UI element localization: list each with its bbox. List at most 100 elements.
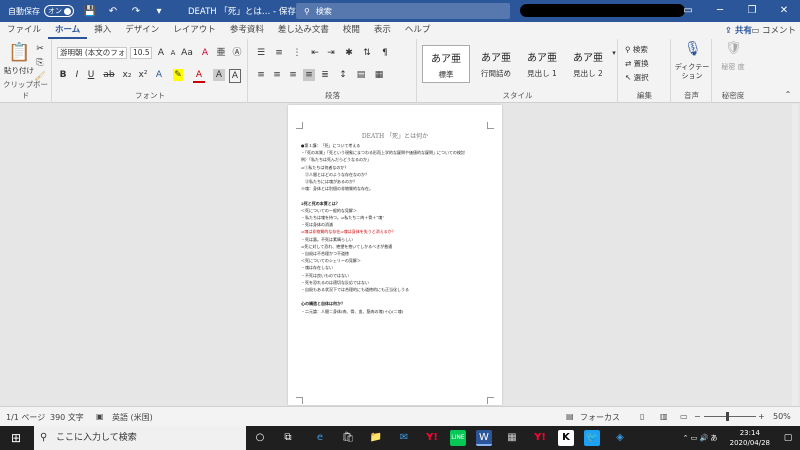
zoom-slider-track[interactable]: [704, 416, 756, 417]
grow-font-icon[interactable]: A: [155, 47, 167, 59]
search-box[interactable]: ⚲ 検索: [296, 3, 510, 19]
microphone-icon[interactable]: 🎙: [684, 42, 702, 56]
account-name-redacted[interactable]: [520, 4, 685, 17]
network-app-icon[interactable]: ◈: [612, 430, 628, 446]
document-line[interactable]: ・魂は存在しない: [301, 265, 333, 271]
comment-button[interactable]: ▭ コメント: [751, 24, 796, 36]
copy-icon[interactable]: ⎘: [34, 57, 46, 69]
increase-indent-icon[interactable]: ⇥: [325, 47, 337, 59]
style-heading-1[interactable]: あア亜 見出し 1: [518, 45, 566, 83]
document-line[interactable]: ※魂：身体とは別個の非物質的な存在。: [301, 186, 373, 192]
edge-icon[interactable]: e: [312, 430, 328, 446]
font-name-select[interactable]: 游明朝 (本文のフォ: [57, 47, 127, 59]
document-line[interactable]: ⇒①私たちは何者なのか？: [301, 165, 348, 171]
ribbon-display-options-icon[interactable]: ▭: [672, 0, 704, 22]
page-count[interactable]: 1/1 ページ: [6, 412, 45, 423]
vertical-scrollbar[interactable]: [792, 104, 798, 406]
tab-references[interactable]: 参考資料: [223, 22, 271, 39]
tab-insert[interactable]: 挿入: [87, 22, 118, 39]
replace-button[interactable]: ⇄ 置換: [625, 58, 649, 69]
shading-icon[interactable]: ▤: [355, 69, 367, 81]
tab-view[interactable]: 表示: [367, 22, 398, 39]
show-hide-marks-icon[interactable]: ¶: [379, 47, 391, 59]
tab-home[interactable]: ホーム: [48, 22, 88, 39]
zoom-level[interactable]: 50%: [773, 412, 791, 421]
document-line[interactable]: ・自殺は不合理かつ不道徳: [301, 251, 349, 257]
paste-icon[interactable]: 📋: [8, 43, 30, 63]
save-icon[interactable]: 💾: [83, 6, 97, 17]
notification-icon[interactable]: ▢: [780, 430, 796, 446]
superscript-icon[interactable]: x²: [137, 69, 149, 81]
align-left-icon[interactable]: ≡: [255, 69, 267, 81]
dictate-button-label[interactable]: ディクテー ション: [674, 63, 710, 81]
document-line[interactable]: ・自殺もある状況下では合理的にも道徳的にも正当化しうる: [301, 287, 409, 293]
share-button[interactable]: ⇪ 共有: [725, 24, 752, 36]
tab-help[interactable]: ヘルプ: [398, 22, 438, 39]
change-case-icon[interactable]: Aa: [181, 47, 193, 59]
calculator-icon[interactable]: ▦: [504, 430, 520, 446]
minimize-button[interactable]: ─: [704, 0, 736, 22]
document-line[interactable]: ③私たちには魂があるのか？: [301, 179, 357, 185]
cortana-icon[interactable]: ○: [252, 430, 268, 446]
enclose-characters-icon[interactable]: Ⓐ: [231, 47, 243, 59]
yahoo-icon-2[interactable]: Y!: [532, 430, 548, 446]
clock[interactable]: 23:14 2020/04/28: [730, 428, 770, 448]
customize-quick-access-icon[interactable]: ▾: [152, 6, 166, 17]
document-line[interactable]: ・死は身体の消滅: [301, 222, 333, 228]
document-canvas[interactable]: DEATH 「死」とは何か ●第１講：「死」について考える ・「死の本質」「死とい…: [0, 104, 800, 406]
find-button[interactable]: ⚲ 検索: [625, 44, 648, 55]
document-line[interactable]: ②人間とはどのような存在なのか？: [301, 172, 369, 178]
document-page[interactable]: DEATH 「死」とは何か ●第１講：「死」について考える ・「死の本質」「死とい…: [288, 105, 502, 405]
windows-start-icon[interactable]: ⊞: [8, 430, 24, 446]
document-line[interactable]: ・死を恐れるのは適切な反応ではない: [301, 280, 369, 286]
redo-icon[interactable]: ↷: [129, 6, 143, 17]
document-line[interactable]: ⇒魂は非物質的な存在⇒魂は身体を失うと消えるか？: [301, 229, 396, 235]
styles-more-icon[interactable]: ▾: [610, 47, 618, 59]
document-line[interactable]: ⇒死に対して恐れ、絶望を抱いてしかるべきが普通: [301, 244, 392, 250]
collapse-ribbon-icon[interactable]: ⌃: [782, 89, 794, 101]
character-shading-icon[interactable]: A: [213, 69, 225, 81]
document-line[interactable]: ●第１講：「死」について考える: [301, 143, 360, 149]
numbering-icon[interactable]: ≡: [273, 47, 285, 59]
zoom-in-icon[interactable]: +: [758, 412, 765, 421]
select-button[interactable]: ↖ 選択: [625, 72, 649, 83]
word-app-icon[interactable]: W: [476, 430, 492, 446]
focus-icon[interactable]: ▤: [566, 412, 574, 421]
print-layout-icon[interactable]: ▥: [660, 412, 668, 421]
character-border-icon[interactable]: A: [229, 69, 241, 83]
task-view-icon[interactable]: ⧉: [280, 430, 296, 446]
tab-layout[interactable]: レイアウト: [166, 22, 223, 39]
text-effects-icon[interactable]: A: [153, 69, 165, 81]
chinese-layout-icon[interactable]: ✱: [343, 47, 355, 59]
tab-review[interactable]: 校閲: [336, 22, 367, 39]
autosave-toggle[interactable]: オン: [44, 5, 74, 17]
align-center-icon[interactable]: ≡: [271, 69, 283, 81]
shrink-font-icon[interactable]: A: [167, 47, 179, 59]
font-size-select[interactable]: 10.5: [130, 47, 152, 59]
paste-button-label[interactable]: 貼り付け: [4, 65, 34, 76]
underline-icon[interactable]: U: [85, 69, 97, 81]
justify-icon[interactable]: ≡: [303, 69, 315, 81]
style-normal[interactable]: あア亜 標準: [422, 45, 470, 83]
document-line[interactable]: ・「死の本質」「死という現象にまつわる形而上学的な疑問や価値的な疑問」についての…: [301, 150, 465, 156]
bullets-icon[interactable]: ☰: [255, 47, 267, 59]
sensitivity-icon[interactable]: 🛡: [725, 42, 742, 55]
document-line[interactable]: ・私たちは魂を持つ。⇒私たち＝肉＋骨＋“魂”: [301, 215, 384, 221]
word-count[interactable]: 390 文字: [50, 412, 84, 423]
taskbar-search-box[interactable]: ⚲ ここに入力して検索: [34, 426, 246, 450]
read-mode-icon[interactable]: ▯: [640, 412, 644, 421]
line-app-icon[interactable]: LINE: [450, 430, 466, 446]
subscript-icon[interactable]: x₂: [121, 69, 133, 81]
document-line[interactable]: 2死と死の本質とは？: [301, 201, 340, 207]
document-line[interactable]: 例）「私たちは死んだらどうなるのか」: [301, 157, 371, 163]
restore-button[interactable]: ❐: [736, 0, 768, 22]
highlight-color-icon[interactable]: ✎: [173, 69, 183, 81]
style-heading-2[interactable]: あア亜 見出し 2: [564, 45, 612, 83]
twitter-icon[interactable]: 🐦: [584, 430, 600, 446]
align-right-icon[interactable]: ≡: [287, 69, 299, 81]
document-line[interactable]: 心の構造と自体は何か？: [301, 301, 345, 307]
phonetic-guide-icon[interactable]: 亜: [215, 47, 227, 59]
zoom-slider-thumb[interactable]: [726, 412, 729, 421]
line-spacing-icon[interactable]: ↕: [337, 69, 349, 81]
tab-design[interactable]: デザイン: [118, 22, 166, 39]
